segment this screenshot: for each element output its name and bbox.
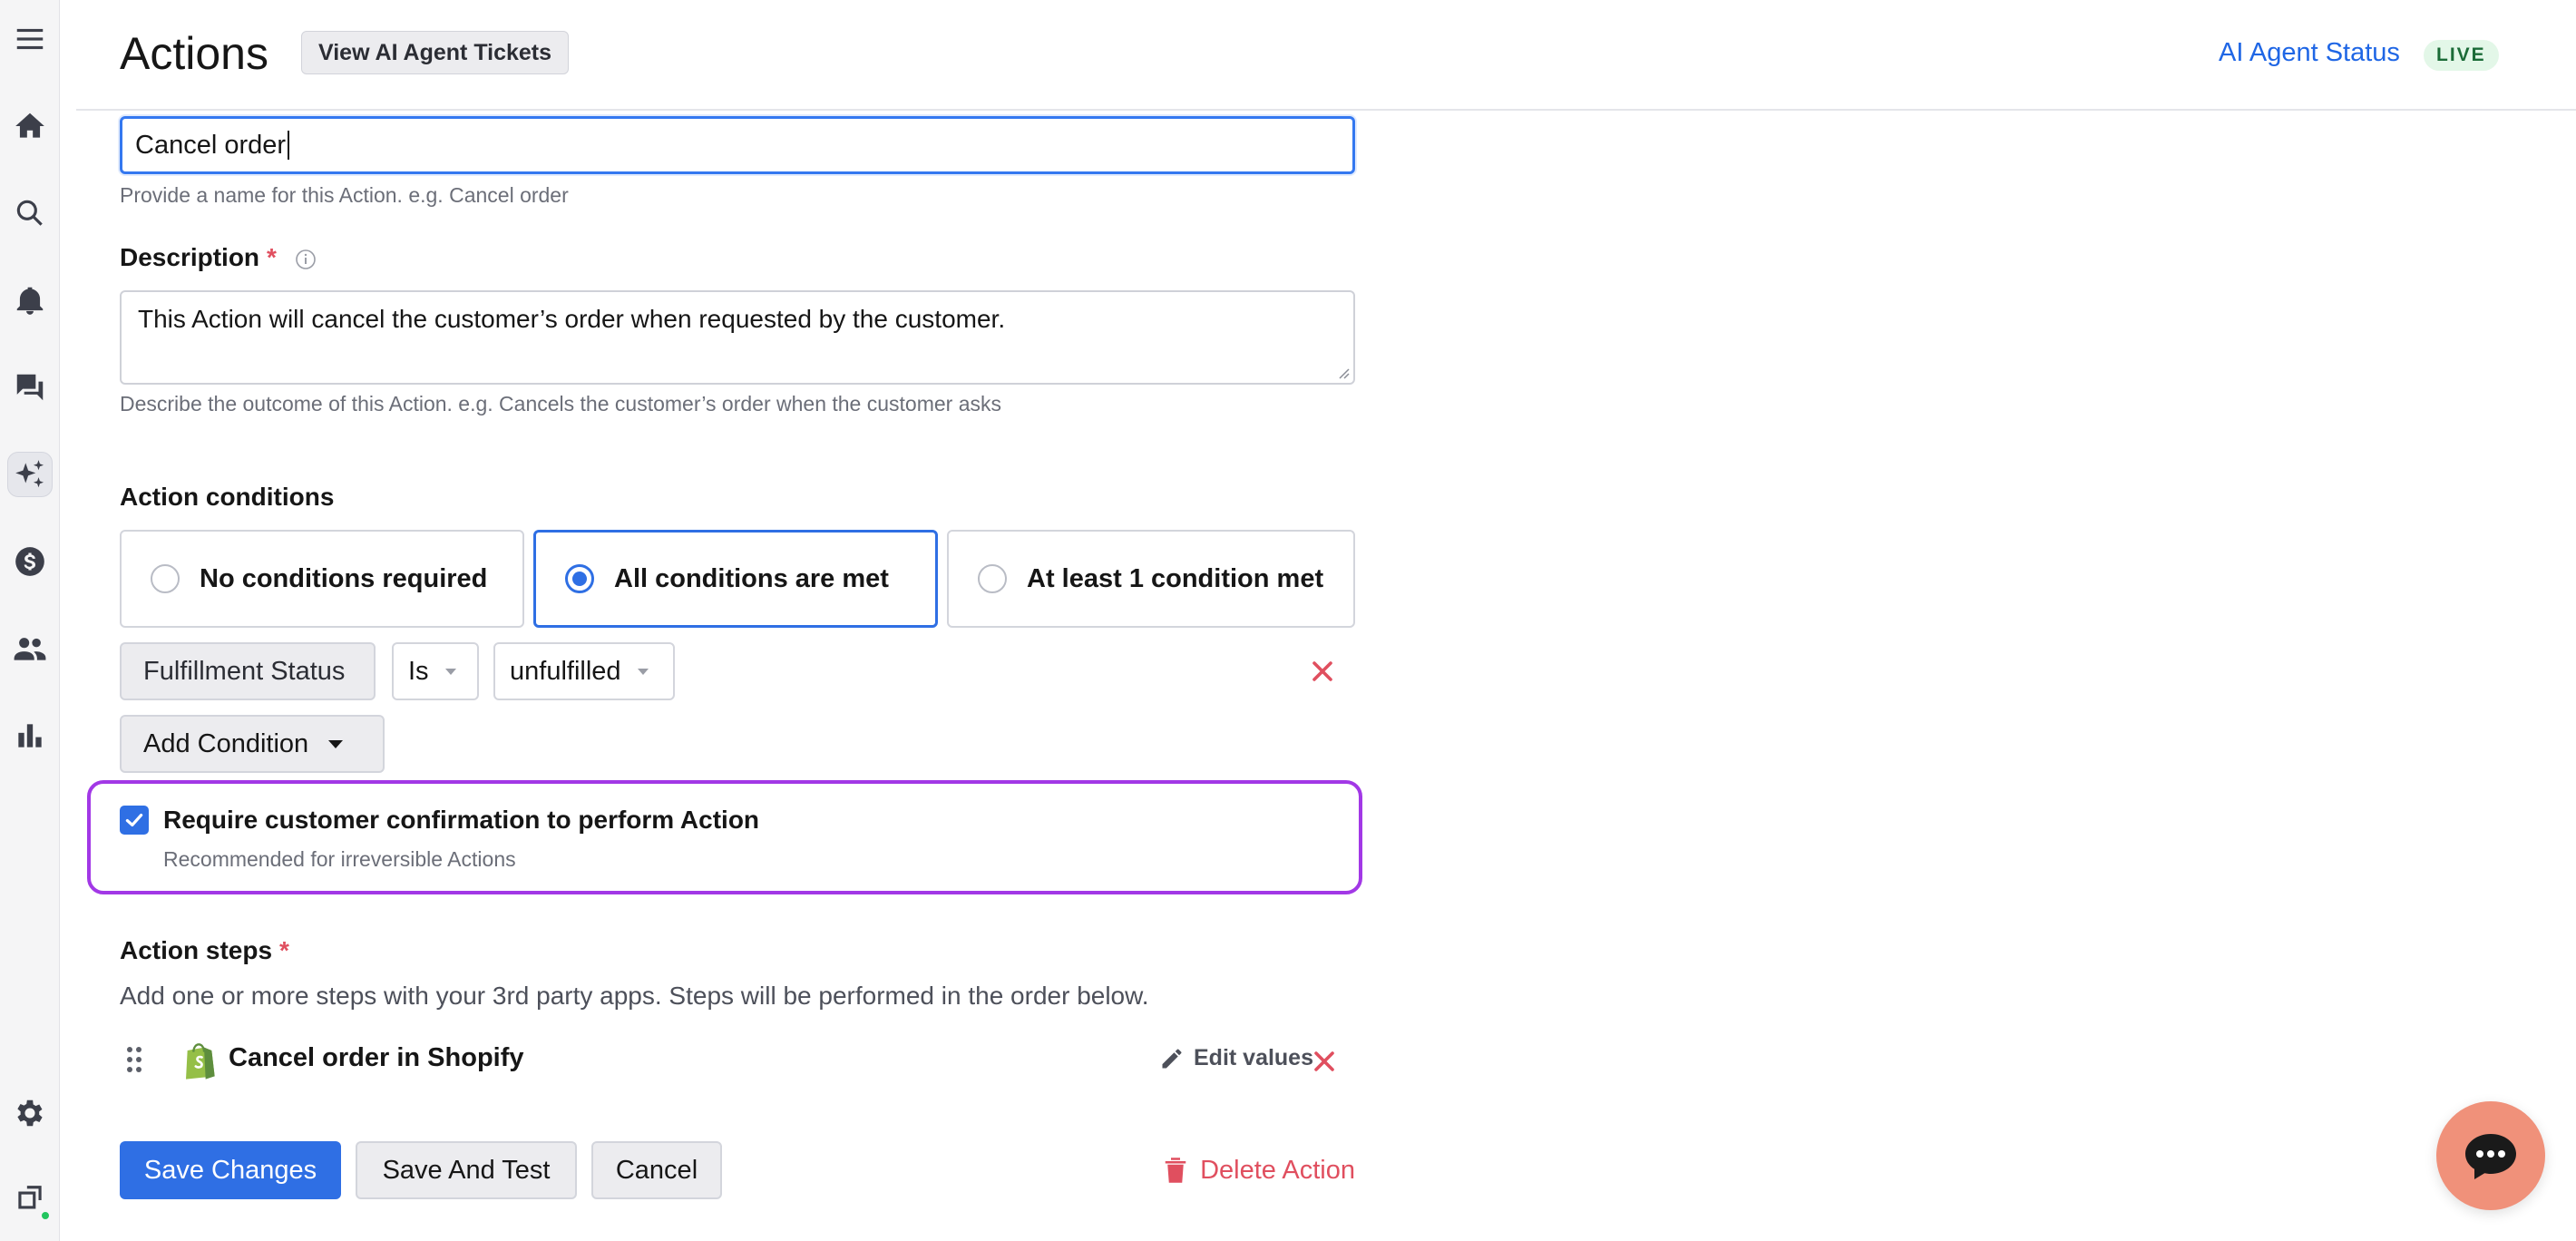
description-textarea[interactable]: This Action will cancel the customer’s o… xyxy=(120,290,1355,385)
required-mark: * xyxy=(267,243,277,271)
radio-unselected[interactable] xyxy=(978,564,1007,593)
text-caret xyxy=(288,131,290,160)
drag-handle-icon[interactable] xyxy=(125,1045,143,1074)
action-name-hint: Provide a name for this Action. e.g. Can… xyxy=(120,183,569,207)
radio-selected[interactable] xyxy=(565,564,594,593)
menu-icon[interactable] xyxy=(7,16,53,62)
edit-values-label: Edit values xyxy=(1194,1045,1313,1070)
checkmark-icon xyxy=(125,813,143,827)
condition-option-label: At least 1 condition met xyxy=(1027,563,1324,593)
action-name-input[interactable]: Cancel order xyxy=(120,116,1355,174)
chat-bubble-icon xyxy=(2465,1134,2516,1179)
trash-icon xyxy=(1165,1158,1186,1183)
chat-icon[interactable] xyxy=(7,365,53,410)
description-value: This Action will cancel the customer’s o… xyxy=(138,305,1006,333)
live-status-badge: LIVE xyxy=(2424,40,2499,71)
condition-operator-value: Is xyxy=(408,656,429,686)
required-mark: * xyxy=(279,936,289,964)
condition-value: unfulfilled xyxy=(510,656,621,686)
step-title: Cancel order in Shopify xyxy=(229,1043,524,1072)
remove-step-close-icon[interactable] xyxy=(1308,1045,1341,1078)
page-header: Actions View AI Agent Tickets AI Agent S… xyxy=(76,0,2576,111)
ai-sparkle-icon[interactable] xyxy=(7,452,53,497)
page-title: Actions xyxy=(120,28,268,79)
add-condition-label: Add Condition xyxy=(143,728,309,758)
condition-option-all[interactable]: All conditions are met xyxy=(533,530,938,628)
condition-option-none[interactable]: No conditions required xyxy=(120,530,524,628)
chevron-down-icon xyxy=(637,668,649,675)
delete-action-button[interactable]: Delete Action xyxy=(1128,1141,1361,1199)
condition-operator-select[interactable]: Is xyxy=(392,642,479,700)
description-label: Description * xyxy=(120,243,317,272)
gear-icon[interactable] xyxy=(7,1090,53,1136)
radio-unselected[interactable] xyxy=(151,564,180,593)
confirmation-title: Require customer confirmation to perform… xyxy=(163,806,760,834)
confirmation-checkbox[interactable] xyxy=(120,806,149,835)
edit-values-button[interactable]: Edit values xyxy=(1159,1045,1313,1071)
condition-field-button[interactable]: Fulfillment Status xyxy=(120,642,376,700)
action-conditions-label: Action conditions xyxy=(120,483,335,511)
action-steps-label: Action steps * xyxy=(120,936,289,965)
save-changes-button[interactable]: Save Changes xyxy=(120,1141,341,1199)
save-and-test-button[interactable]: Save And Test xyxy=(356,1141,577,1199)
action-name-value: Cancel order xyxy=(135,130,287,160)
remove-condition-close-icon[interactable] xyxy=(1306,655,1339,688)
description-hint: Describe the outcome of this Action. e.g… xyxy=(120,392,1002,415)
bell-icon[interactable] xyxy=(7,278,53,323)
dollar-icon[interactable] xyxy=(7,539,53,584)
chat-launcher-button[interactable] xyxy=(2436,1101,2545,1210)
action-steps-description: Add one or more steps with your 3rd part… xyxy=(120,982,1149,1010)
online-status-dot xyxy=(40,1210,51,1221)
cancel-button[interactable]: Cancel xyxy=(591,1141,722,1199)
chevron-down-icon xyxy=(444,668,456,675)
action-steps-label-text: Action steps xyxy=(120,936,273,964)
pencil-icon xyxy=(1162,1049,1182,1068)
condition-option-label: No conditions required xyxy=(200,563,488,593)
confirmation-highlight-box xyxy=(87,780,1362,894)
action-step-row: Cancel order in Shopify Edit values xyxy=(120,1038,1362,1085)
home-icon[interactable] xyxy=(7,103,53,149)
bar-chart-icon[interactable] xyxy=(7,713,53,758)
shopify-icon xyxy=(186,1043,215,1080)
add-condition-button[interactable]: Add Condition xyxy=(120,715,385,773)
nav-rail xyxy=(0,0,60,1241)
condition-value-select[interactable]: unfulfilled xyxy=(493,642,675,700)
condition-option-at-least-one[interactable]: At least 1 condition met xyxy=(947,530,1355,628)
condition-option-label: All conditions are met xyxy=(614,563,889,593)
main-content: Actions View AI Agent Tickets AI Agent S… xyxy=(76,0,2576,1241)
ai-agent-status-link[interactable]: AI Agent Status xyxy=(2219,38,2400,68)
caret-down-icon xyxy=(328,739,344,748)
resize-grip-icon[interactable] xyxy=(1337,366,1350,379)
users-icon[interactable] xyxy=(7,626,53,671)
search-icon[interactable] xyxy=(7,191,53,236)
delete-action-label: Delete Action xyxy=(1200,1155,1355,1185)
info-icon[interactable] xyxy=(295,249,317,270)
confirmation-subtitle: Recommended for irreversible Actions xyxy=(163,847,516,871)
view-ai-agent-tickets-button[interactable]: View AI Agent Tickets xyxy=(301,31,570,74)
description-label-text: Description xyxy=(120,243,260,271)
